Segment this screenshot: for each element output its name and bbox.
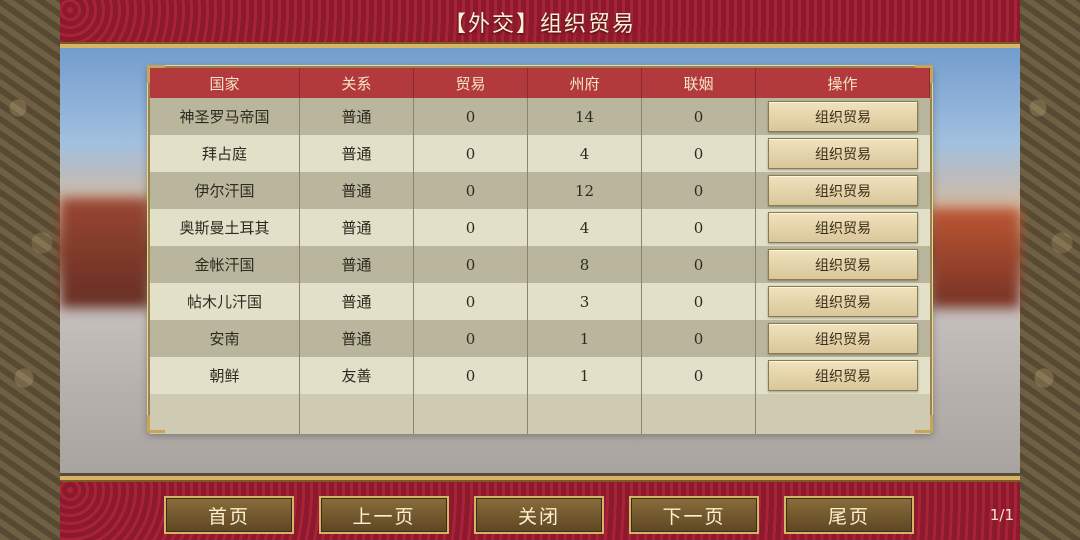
- corner-ornament: [147, 415, 165, 433]
- empty-row: [150, 394, 930, 434]
- next-page-button[interactable]: 下一页: [629, 496, 759, 534]
- marriage-cell: 0: [642, 209, 756, 246]
- empty-cell: [528, 394, 642, 434]
- column-header-relation: 关系: [300, 68, 414, 98]
- empty-cell: [300, 394, 414, 434]
- column-header-country: 国家: [150, 68, 300, 98]
- empty-cell: [642, 394, 756, 434]
- organize-trade-button[interactable]: 组织贸易: [768, 101, 918, 132]
- diplomacy-table: 国家 关系 贸易 州府 联姻 操作 神圣罗马帝国 普通 0 14 0 组织贸易 …: [147, 65, 933, 434]
- provinces-cell: 3: [528, 283, 642, 320]
- right-ornament-panel: [1020, 0, 1080, 540]
- relation-cell: 普通: [300, 283, 414, 320]
- marriage-cell: 0: [642, 135, 756, 172]
- last-page-button[interactable]: 尾页: [784, 496, 914, 534]
- table-grid: 国家 关系 贸易 州府 联姻 操作 神圣罗马帝国 普通 0 14 0 组织贸易 …: [150, 68, 930, 394]
- column-header-provinces: 州府: [528, 68, 642, 98]
- trade-cell: 0: [414, 283, 528, 320]
- relation-cell: 友善: [300, 357, 414, 394]
- empty-cell: [150, 394, 300, 434]
- provinces-cell: 12: [528, 172, 642, 209]
- marriage-cell: 0: [642, 98, 756, 135]
- first-page-button[interactable]: 首页: [164, 496, 294, 534]
- prev-page-button[interactable]: 上一页: [319, 496, 449, 534]
- action-cell: 组织贸易: [756, 283, 930, 320]
- column-header-trade: 贸易: [414, 68, 528, 98]
- trade-cell: 0: [414, 209, 528, 246]
- country-cell: 奥斯曼土耳其: [150, 209, 300, 246]
- action-cell: 组织贸易: [756, 209, 930, 246]
- action-cell: 组织贸易: [756, 246, 930, 283]
- organize-trade-button[interactable]: 组织贸易: [768, 212, 918, 243]
- organize-trade-button[interactable]: 组织贸易: [768, 323, 918, 354]
- marriage-cell: 0: [642, 172, 756, 209]
- country-cell: 神圣罗马帝国: [150, 98, 300, 135]
- trade-cell: 0: [414, 246, 528, 283]
- action-cell: 组织贸易: [756, 172, 930, 209]
- trade-cell: 0: [414, 135, 528, 172]
- marriage-cell: 0: [642, 357, 756, 394]
- organize-trade-button[interactable]: 组织贸易: [768, 360, 918, 391]
- trade-cell: 0: [414, 320, 528, 357]
- corner-ornament: [915, 65, 933, 83]
- organize-trade-button[interactable]: 组织贸易: [768, 138, 918, 169]
- relation-cell: 普通: [300, 320, 414, 357]
- relation-cell: 普通: [300, 246, 414, 283]
- marriage-cell: 0: [642, 320, 756, 357]
- relation-cell: 普通: [300, 98, 414, 135]
- close-button[interactable]: 关闭: [474, 496, 604, 534]
- empty-cell: [756, 394, 930, 434]
- trade-cell: 0: [414, 98, 528, 135]
- title-bar: 【外交】组织贸易: [60, 0, 1020, 48]
- page-indicator: 1/1: [989, 506, 1014, 524]
- provinces-cell: 1: [528, 320, 642, 357]
- marriage-cell: 0: [642, 283, 756, 320]
- empty-cell: [414, 394, 528, 434]
- provinces-cell: 4: [528, 209, 642, 246]
- country-cell: 安南: [150, 320, 300, 357]
- relation-cell: 普通: [300, 209, 414, 246]
- left-ornament-panel: [0, 0, 60, 540]
- country-cell: 伊尔汗国: [150, 172, 300, 209]
- corner-ornament: [915, 415, 933, 433]
- provinces-cell: 4: [528, 135, 642, 172]
- trade-cell: 0: [414, 172, 528, 209]
- provinces-cell: 8: [528, 246, 642, 283]
- relation-cell: 普通: [300, 135, 414, 172]
- organize-trade-button[interactable]: 组织贸易: [768, 249, 918, 280]
- corner-ornament: [147, 65, 165, 83]
- country-cell: 帖木儿汗国: [150, 283, 300, 320]
- organize-trade-button[interactable]: 组织贸易: [768, 286, 918, 317]
- action-cell: 组织贸易: [756, 320, 930, 357]
- marriage-cell: 0: [642, 246, 756, 283]
- action-cell: 组织贸易: [756, 98, 930, 135]
- trade-cell: 0: [414, 357, 528, 394]
- action-cell: 组织贸易: [756, 357, 930, 394]
- provinces-cell: 1: [528, 357, 642, 394]
- organize-trade-button[interactable]: 组织贸易: [768, 175, 918, 206]
- bottom-nav-bar: 首页 上一页 关闭 下一页 尾页 1/1: [60, 476, 1020, 540]
- column-header-action: 操作: [756, 68, 930, 98]
- page-title: 【外交】组织贸易: [443, 12, 636, 37]
- provinces-cell: 14: [528, 98, 642, 135]
- country-cell: 金帐汗国: [150, 246, 300, 283]
- country-cell: 朝鲜: [150, 357, 300, 394]
- column-header-marriage: 联姻: [642, 68, 756, 98]
- country-cell: 拜占庭: [150, 135, 300, 172]
- action-cell: 组织贸易: [756, 135, 930, 172]
- relation-cell: 普通: [300, 172, 414, 209]
